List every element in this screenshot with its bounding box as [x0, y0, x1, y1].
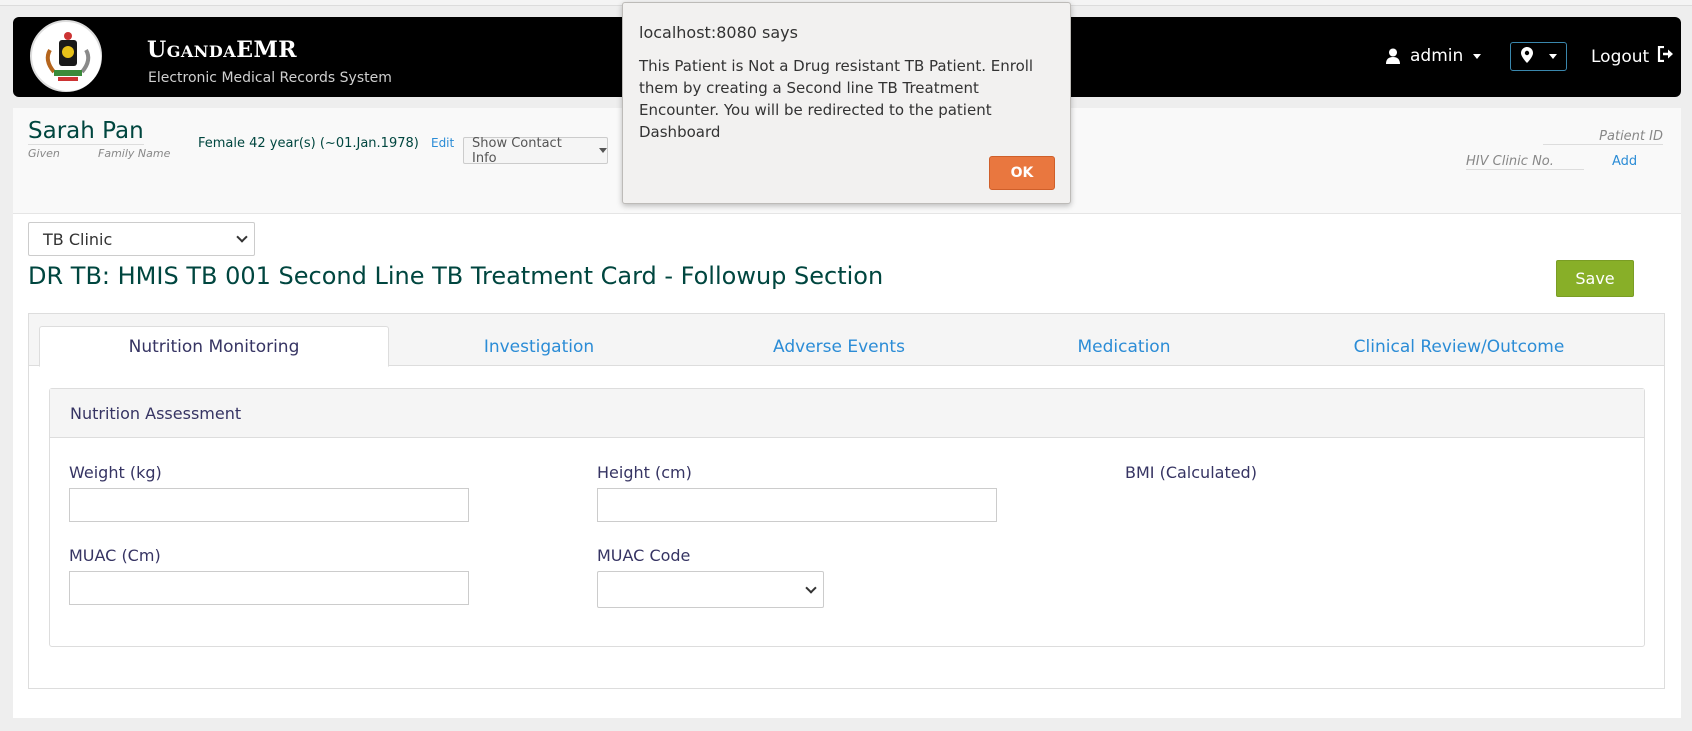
bmi-label: BMI (Calculated): [1125, 463, 1257, 482]
height-input[interactable]: [597, 488, 997, 522]
tab-bar: Nutrition Monitoring Investigation Adver…: [29, 314, 1664, 367]
hiv-clinic-no-label: HIV Clinic No.: [1466, 154, 1584, 170]
chevron-down-icon: [805, 581, 817, 594]
user-name: admin: [1410, 46, 1464, 66]
height-label: Height (cm): [597, 463, 692, 482]
location-button[interactable]: [1510, 42, 1567, 71]
tab-adverse-events[interactable]: Adverse Events: [689, 326, 989, 367]
clinic-select[interactable]: TB Clinic: [28, 222, 255, 256]
dialog-title: localhost:8080 says: [639, 23, 798, 42]
weight-label: Weight (kg): [69, 463, 162, 482]
family-name-label: Family Name: [98, 147, 171, 160]
section-title: Nutrition Assessment: [50, 389, 1644, 438]
clinic-select-value: TB Clinic: [43, 229, 113, 249]
add-hiv-clinic-no-link[interactable]: Add: [1612, 154, 1637, 169]
nutrition-assessment-section: Nutrition Assessment Weight (kg) Height …: [49, 388, 1645, 647]
ok-button[interactable]: OK: [989, 156, 1055, 190]
dialog-message: This Patient is Not a Drug resistant TB …: [639, 57, 1034, 141]
map-marker-icon: [1520, 46, 1533, 67]
edit-link[interactable]: Edit: [431, 136, 454, 150]
brand-title: UGANDAEMR: [147, 37, 298, 63]
alert-dialog: localhost:8080 says This Patient is Not …: [622, 2, 1071, 204]
chevron-down-icon: [1548, 54, 1557, 59]
patient-id-label: Patient ID: [1543, 129, 1663, 145]
muac-label: MUAC (Cm): [69, 546, 161, 565]
brand-subtitle: Electronic Medical Records System: [148, 70, 392, 86]
user-icon: [1386, 48, 1400, 64]
save-button[interactable]: Save: [1556, 260, 1634, 297]
uganda-coat-of-arms-logo[interactable]: [30, 20, 102, 92]
caret-down-icon: [599, 148, 607, 153]
tab-nutrition-monitoring[interactable]: Nutrition Monitoring: [39, 326, 389, 367]
logout-label: Logout: [1591, 46, 1650, 67]
tab-medication[interactable]: Medication: [989, 326, 1259, 367]
patient-info-text: Female 42 year(s) (~01.Jan.1978): [198, 136, 419, 151]
logout-link[interactable]: Logout: [1591, 45, 1675, 67]
form-tabs-container: Nutrition Monitoring Investigation Adver…: [28, 313, 1665, 689]
form-title: DR TB: HMIS TB 001 Second Line TB Treatm…: [28, 262, 884, 290]
sign-out-icon: [1657, 45, 1675, 67]
muac-input[interactable]: [69, 571, 469, 605]
given-name-label: Given: [28, 147, 60, 160]
patient-name: Sarah Pan: [28, 118, 144, 145]
tab-investigation[interactable]: Investigation: [389, 326, 689, 367]
muac-code-label: MUAC Code: [597, 546, 691, 565]
show-contact-info-button[interactable]: Show Contact Info: [463, 135, 608, 166]
user-menu[interactable]: admin: [1386, 46, 1482, 66]
chevron-down-icon: [236, 231, 248, 243]
weight-input[interactable]: [69, 488, 469, 522]
chevron-down-icon: [1473, 53, 1482, 59]
muac-code-select[interactable]: [597, 571, 824, 608]
show-contact-info-label: Show Contact Info: [472, 135, 562, 166]
tab-clinical-review-outcome[interactable]: Clinical Review/Outcome: [1259, 326, 1659, 367]
patient-demographics: Female 42 year(s) (~01.Jan.1978) Edit: [198, 136, 454, 151]
